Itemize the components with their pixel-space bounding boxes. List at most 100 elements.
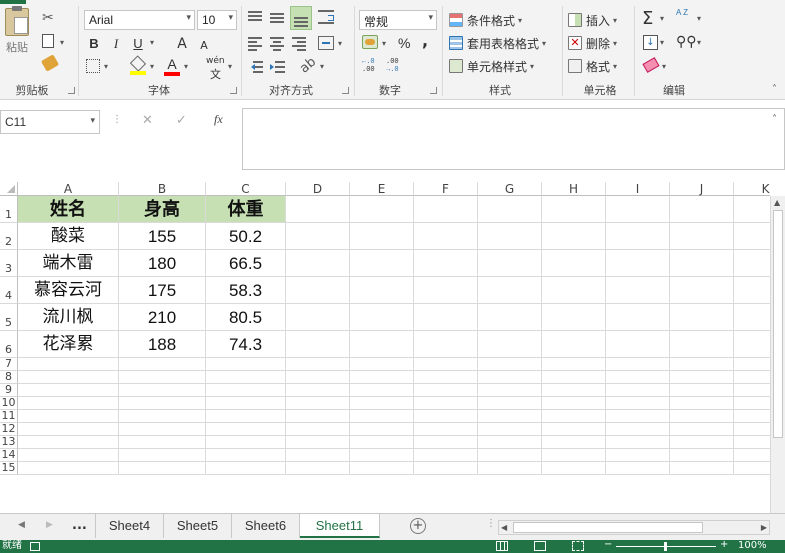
cell-k1[interactable] — [734, 196, 770, 223]
cell-j7[interactable] — [670, 358, 734, 371]
cell-g13[interactable] — [478, 436, 542, 449]
cell-a10[interactable] — [18, 397, 119, 410]
fill-dropdown-icon[interactable]: ▾ — [150, 62, 154, 71]
worksheet-grid[interactable]: ABCDEFGHIJK 1 2 3 4 5 6 7 8 9 10 11 12 13 14 15 姓名 身高 体重… — [0, 182, 770, 513]
cell-g11[interactable] — [478, 410, 542, 423]
cell-a15[interactable] — [18, 462, 119, 475]
cell-h6[interactable] — [542, 331, 606, 358]
scroll-tabs-left-icon[interactable]: ◀ — [18, 520, 25, 530]
cell-h12[interactable] — [542, 423, 606, 436]
cell-h8[interactable] — [542, 371, 606, 384]
name-box[interactable]: C11 ▾ — [0, 110, 100, 134]
cell-k9[interactable] — [734, 384, 770, 397]
cell-b2[interactable]: 155 — [119, 223, 206, 250]
cell-k15[interactable] — [734, 462, 770, 475]
find-select-icon[interactable]: ⚲⚲ — [676, 34, 697, 50]
cell-h14[interactable] — [542, 449, 606, 462]
cell-g8[interactable] — [478, 371, 542, 384]
copy-dropdown-icon[interactable]: ▾ — [60, 38, 64, 47]
cell-j3[interactable] — [670, 250, 734, 277]
cell-d6[interactable] — [286, 331, 350, 358]
cell-j12[interactable] — [670, 423, 734, 436]
zoom-in-icon[interactable]: + — [720, 538, 728, 552]
cell-c11[interactable] — [206, 410, 286, 423]
cell-a11[interactable] — [18, 410, 119, 423]
cell-a14[interactable] — [18, 449, 119, 462]
cell-c12[interactable] — [206, 423, 286, 436]
cell-j9[interactable] — [670, 384, 734, 397]
align-bottom-button[interactable] — [290, 6, 312, 30]
cell-d11[interactable] — [286, 410, 350, 423]
cell-f4[interactable] — [414, 277, 478, 304]
cell-h3[interactable] — [542, 250, 606, 277]
cell-j4[interactable] — [670, 277, 734, 304]
cell-h10[interactable] — [542, 397, 606, 410]
cell-b10[interactable] — [119, 397, 206, 410]
cell-h4[interactable] — [542, 277, 606, 304]
cell-j1[interactable] — [670, 196, 734, 223]
cell-i12[interactable] — [606, 423, 670, 436]
cell-g10[interactable] — [478, 397, 542, 410]
cell-d5[interactable] — [286, 304, 350, 331]
percent-button[interactable]: % — [398, 35, 410, 51]
cell-f13[interactable] — [414, 436, 478, 449]
cell-d12[interactable] — [286, 423, 350, 436]
cell-e5[interactable] — [350, 304, 414, 331]
more-sheets-button[interactable]: ... — [72, 518, 87, 533]
cell-k13[interactable] — [734, 436, 770, 449]
cell-c14[interactable] — [206, 449, 286, 462]
scroll-tabs-right-icon[interactable]: ▶ — [46, 520, 53, 530]
cell-b11[interactable] — [119, 410, 206, 423]
enter-entry-icon[interactable]: ✓ — [176, 113, 187, 128]
cell-k3[interactable] — [734, 250, 770, 277]
cell-f1[interactable] — [414, 196, 478, 223]
sheet-tab-sheet6[interactable]: Sheet6 — [232, 514, 300, 538]
cell-b9[interactable] — [119, 384, 206, 397]
page-break-view-icon[interactable] — [572, 541, 584, 551]
cell-a8[interactable] — [18, 371, 119, 384]
cell-e9[interactable] — [350, 384, 414, 397]
wrap-text-icon[interactable] — [318, 10, 334, 24]
cell-e2[interactable] — [350, 223, 414, 250]
cell-h13[interactable] — [542, 436, 606, 449]
align-right-icon[interactable] — [292, 36, 308, 51]
scroll-up-icon[interactable]: ▲ — [774, 198, 780, 207]
cell-i5[interactable] — [606, 304, 670, 331]
clipboard-launcher-icon[interactable] — [68, 87, 75, 94]
underline-button[interactable]: U — [128, 34, 148, 54]
format-cells-button[interactable]: 格式 ▾ — [568, 56, 617, 76]
cell-k4[interactable] — [734, 277, 770, 304]
cell-k2[interactable] — [734, 223, 770, 250]
column-header-h[interactable]: H — [542, 182, 606, 196]
cell-e3[interactable] — [350, 250, 414, 277]
cell-k6[interactable] — [734, 331, 770, 358]
increase-indent-icon[interactable] — [270, 60, 286, 74]
insert-function-icon[interactable]: fx — [214, 112, 223, 127]
cell-g14[interactable] — [478, 449, 542, 462]
cell-e7[interactable] — [350, 358, 414, 371]
cell-d10[interactable] — [286, 397, 350, 410]
cell-d3[interactable] — [286, 250, 350, 277]
cell-f2[interactable] — [414, 223, 478, 250]
number-launcher-icon[interactable] — [430, 87, 437, 94]
cell-d2[interactable] — [286, 223, 350, 250]
cell-f10[interactable] — [414, 397, 478, 410]
cell-b3[interactable]: 180 — [119, 250, 206, 277]
cell-d4[interactable] — [286, 277, 350, 304]
column-header-j[interactable]: J — [670, 182, 734, 196]
cancel-entry-icon[interactable]: ✕ — [142, 113, 153, 128]
fill-dropdown-icon[interactable]: ▾ — [660, 38, 664, 47]
column-header-f[interactable]: F — [414, 182, 478, 196]
normal-view-icon[interactable] — [496, 541, 508, 551]
cell-d7[interactable] — [286, 358, 350, 371]
cell-e13[interactable] — [350, 436, 414, 449]
borders-dropdown-icon[interactable]: ▾ — [104, 62, 108, 71]
find-dropdown-icon[interactable]: ▾ — [697, 38, 701, 47]
cell-e4[interactable] — [350, 277, 414, 304]
comma-button[interactable]: , — [422, 31, 428, 50]
cell-i4[interactable] — [606, 277, 670, 304]
cell-c8[interactable] — [206, 371, 286, 384]
align-center-icon[interactable] — [270, 36, 286, 51]
cell-i1[interactable] — [606, 196, 670, 223]
select-all-corner[interactable] — [0, 182, 18, 196]
